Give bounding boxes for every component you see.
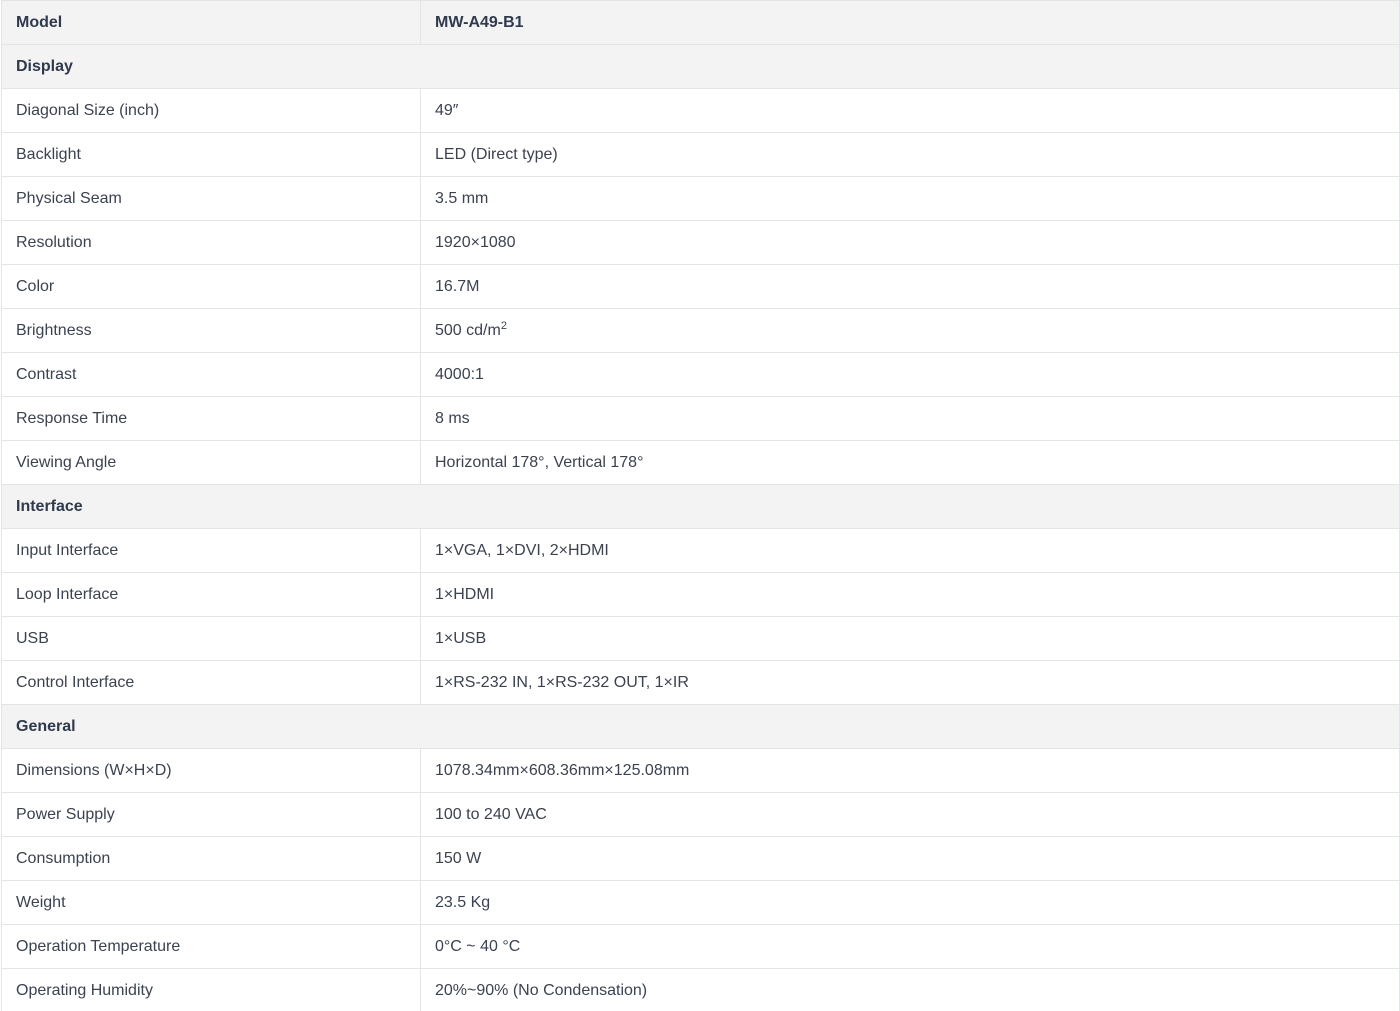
spec-value-text: 100 to 240 VAC	[435, 805, 547, 823]
spec-value: 20%~90% (No Condensation)	[420, 968, 1400, 1011]
spec-row: Dimensions (W×H×D) 1078.34mm×608.36mm×125…	[1, 748, 1400, 793]
spec-label: Response Time	[1, 396, 421, 441]
section-header-interface: Interface	[1, 484, 1400, 529]
spec-value-text: 1078.34mm×608.36mm×125.08mm	[435, 761, 690, 779]
spec-label: Brightness	[1, 308, 421, 353]
spec-value: 500 cd/m2	[420, 308, 1400, 353]
spec-label: Resolution	[1, 220, 421, 265]
spec-label: Loop Interface	[1, 572, 421, 617]
spec-row: Consumption 150 W	[1, 836, 1400, 881]
spec-value-text: 3.5 mm	[435, 189, 489, 207]
spec-value-text: 500 cd/m	[435, 321, 501, 339]
spec-value: 1×RS-232 IN, 1×RS-232 OUT, 1×IR	[420, 660, 1400, 705]
model-row: Model MW-A49-B1	[1, 0, 1400, 45]
spec-label: Contrast	[1, 352, 421, 397]
spec-label: Physical Seam	[1, 176, 421, 221]
spec-row: Response Time 8 ms	[1, 396, 1400, 441]
spec-value-text: LED (Direct type)	[435, 145, 558, 163]
spec-value-text: 8 ms	[435, 409, 470, 427]
spec-value-text: 1×RS-232 IN, 1×RS-232 OUT, 1×IR	[435, 673, 689, 691]
spec-value: 49″	[420, 88, 1400, 133]
spec-row: Resolution 1920×1080	[1, 220, 1400, 265]
spec-row: Contrast 4000:1	[1, 352, 1400, 397]
spec-value: 1078.34mm×608.36mm×125.08mm	[420, 748, 1400, 793]
section-title: Display	[1, 44, 1400, 89]
spec-label: Viewing Angle	[1, 440, 421, 485]
spec-value: 100 to 240 VAC	[420, 792, 1400, 837]
section-title: General	[1, 704, 1400, 749]
spec-value: 23.5 Kg	[420, 880, 1400, 925]
spec-value: 1×HDMI	[420, 572, 1400, 617]
spec-label: Dimensions (W×H×D)	[1, 748, 421, 793]
section-header-display: Display	[1, 44, 1400, 89]
spec-value-text: 1×VGA, 1×DVI, 2×HDMI	[435, 541, 609, 559]
spec-value: 8 ms	[420, 396, 1400, 441]
spec-label: Weight	[1, 880, 421, 925]
spec-row: Operating Humidity 20%~90% (No Condensati…	[1, 968, 1400, 1011]
spec-value: 150 W	[420, 836, 1400, 881]
spec-value-text: 1×USB	[435, 629, 487, 647]
spec-value-text: 49″	[435, 101, 459, 119]
spec-row: Diagonal Size (inch) 49″	[1, 88, 1400, 133]
spec-value-text: 4000:1	[435, 365, 484, 383]
spec-table-body: Model MW-A49-B1 Display Diagonal Size (in…	[1, 0, 1400, 1011]
spec-label: Input Interface	[1, 528, 421, 573]
spec-value: Horizontal 178°, Vertical 178°	[420, 440, 1400, 485]
spec-value-superscript: 2	[500, 319, 507, 332]
spec-row: Control Interface 1×RS-232 IN, 1×RS-232 O…	[1, 660, 1400, 705]
spec-row: Weight 23.5 Kg	[1, 880, 1400, 925]
spec-label: Power Supply	[1, 792, 421, 837]
spec-label: Operation Temperature	[1, 924, 421, 969]
spec-table: Model MW-A49-B1 Display Diagonal Size (in…	[1, 0, 1400, 1011]
spec-label: Operating Humidity	[1, 968, 421, 1011]
spec-row: Operation Temperature 0°C ~ 40 °C	[1, 924, 1400, 969]
spec-value: 1×VGA, 1×DVI, 2×HDMI	[420, 528, 1400, 573]
spec-label: Color	[1, 264, 421, 309]
section-title: Interface	[1, 484, 1400, 529]
spec-value: 1920×1080	[420, 220, 1400, 265]
spec-value: 0°C ~ 40 °C	[420, 924, 1400, 969]
spec-label: Backlight	[1, 132, 421, 177]
spec-value-text: 150 W	[435, 849, 482, 867]
spec-row: Loop Interface 1×HDMI	[1, 572, 1400, 617]
spec-value-text: 1920×1080	[435, 233, 516, 251]
spec-row: Input Interface 1×VGA, 1×DVI, 2×HDMI	[1, 528, 1400, 573]
spec-label: Diagonal Size (inch)	[1, 88, 421, 133]
model-value: MW-A49-B1	[420, 0, 1400, 45]
spec-value: 4000:1	[420, 352, 1400, 397]
model-label: Model	[1, 0, 421, 45]
spec-value-text: 1×HDMI	[435, 585, 495, 603]
spec-value-text: 0°C ~ 40 °C	[435, 937, 521, 955]
spec-row: Brightness 500 cd/m2	[1, 308, 1400, 353]
spec-value-text: 16.7M	[435, 277, 480, 295]
spec-value-text: 20%~90% (No Condensation)	[435, 981, 648, 999]
spec-row: Backlight LED (Direct type)	[1, 132, 1400, 177]
spec-value: LED (Direct type)	[420, 132, 1400, 177]
spec-value: 16.7M	[420, 264, 1400, 309]
spec-row: Viewing Angle Horizontal 178°, Vertical 1…	[1, 440, 1400, 485]
spec-value: 3.5 mm	[420, 176, 1400, 221]
spec-row: Power Supply 100 to 240 VAC	[1, 792, 1400, 837]
spec-label: Consumption	[1, 836, 421, 881]
spec-row: Color 16.7M	[1, 264, 1400, 309]
spec-row: USB 1×USB	[1, 616, 1400, 661]
spec-label: USB	[1, 616, 421, 661]
spec-label: Control Interface	[1, 660, 421, 705]
section-header-general: General	[1, 704, 1400, 749]
spec-row: Physical Seam 3.5 mm	[1, 176, 1400, 221]
spec-value-text: 23.5 Kg	[435, 893, 491, 911]
spec-value: 1×USB	[420, 616, 1400, 661]
spec-value-text: Horizontal 178°, Vertical 178°	[435, 453, 644, 471]
